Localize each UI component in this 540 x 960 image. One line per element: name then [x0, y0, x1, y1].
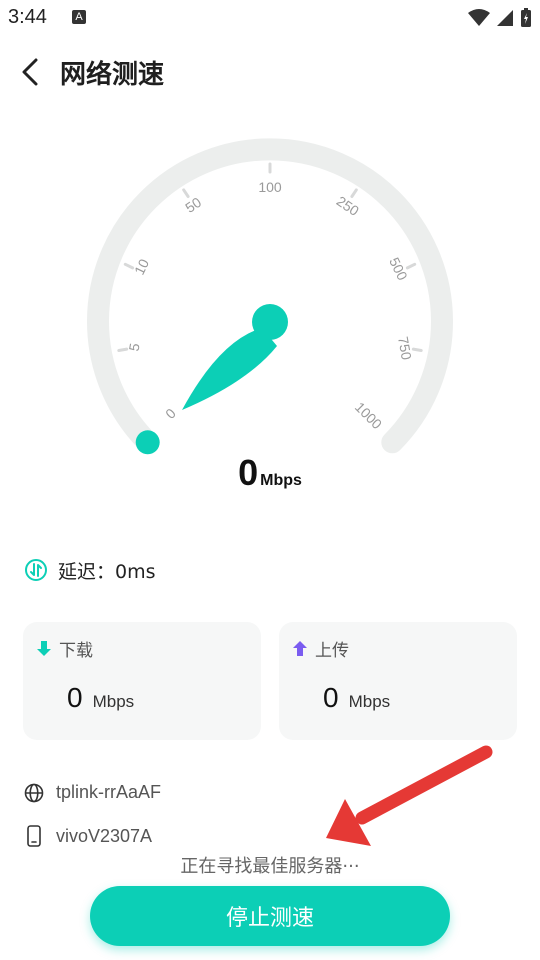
header: 网络测速 — [0, 44, 540, 98]
speed-value: 0 — [238, 452, 259, 493]
speed-readout: 0 Mbps — [0, 452, 540, 494]
accessibility-indicator-icon: A — [72, 10, 86, 24]
cell-signal-icon — [497, 10, 513, 26]
download-label: 下载 — [59, 641, 93, 661]
upload-card: 上传 0 Mbps — [279, 622, 517, 740]
upload-label: 上传 — [315, 641, 349, 661]
wifi-info-row: tplink-rrAaAF — [24, 782, 161, 803]
gauge-needle — [182, 328, 277, 410]
upload-unit: Mbps — [348, 692, 391, 711]
status-bar: 3:44 A — [0, 0, 540, 36]
tick-label-0: 0 — [162, 405, 179, 422]
download-arrow-icon — [37, 640, 51, 656]
download-value-row: 0 Mbps — [67, 682, 134, 714]
gauge-progress-dot — [135, 430, 160, 455]
gauge-needle-hub — [252, 304, 288, 340]
globe-icon — [24, 783, 44, 802]
download-unit: Mbps — [92, 692, 135, 711]
tick-label-250: 250 — [334, 193, 362, 219]
status-icons — [468, 6, 532, 30]
battery-icon — [521, 8, 531, 27]
latency-row: 延迟：0ms — [24, 556, 156, 584]
upload-value-row: 0 Mbps — [323, 682, 390, 714]
upload-header: 上传 — [293, 636, 349, 661]
upload-value: 0 — [323, 682, 339, 713]
tick-label-5: 5 — [126, 342, 143, 353]
latency-label: 延迟：0ms — [58, 560, 156, 583]
searching-status: 正在寻找最佳服务器··· — [180, 856, 360, 877]
tick-label-750: 750 — [395, 335, 415, 361]
download-value: 0 — [67, 682, 83, 713]
speed-unit: Mbps — [260, 472, 302, 489]
phone-icon — [27, 825, 41, 847]
back-button[interactable] — [12, 54, 48, 90]
upload-arrow-icon — [293, 640, 307, 656]
wifi-name: tplink-rrAaAF — [56, 782, 162, 802]
speed-gauge: 0 5 10 50 100 250 500 750 1000 — [87, 138, 453, 455]
download-header: 下载 — [37, 636, 93, 661]
tick-label-100: 100 — [258, 179, 282, 195]
wifi-icon — [468, 9, 490, 26]
chevron-left-icon — [22, 58, 38, 86]
stop-test-button[interactable]: 停止测速 — [90, 886, 450, 946]
status-time: 3:44 — [8, 6, 47, 28]
tick-label-10: 10 — [131, 256, 152, 277]
tick-label-50: 50 — [182, 194, 204, 216]
page-title: 网络测速 — [60, 60, 165, 90]
tick-label-500: 500 — [386, 255, 411, 283]
device-info-row: vivoV2307A — [24, 825, 152, 847]
device-name: vivoV2307A — [56, 825, 153, 846]
tick-label-1000: 1000 — [352, 399, 385, 432]
download-card: 下载 0 Mbps — [23, 622, 261, 740]
latency-icon — [25, 559, 47, 581]
